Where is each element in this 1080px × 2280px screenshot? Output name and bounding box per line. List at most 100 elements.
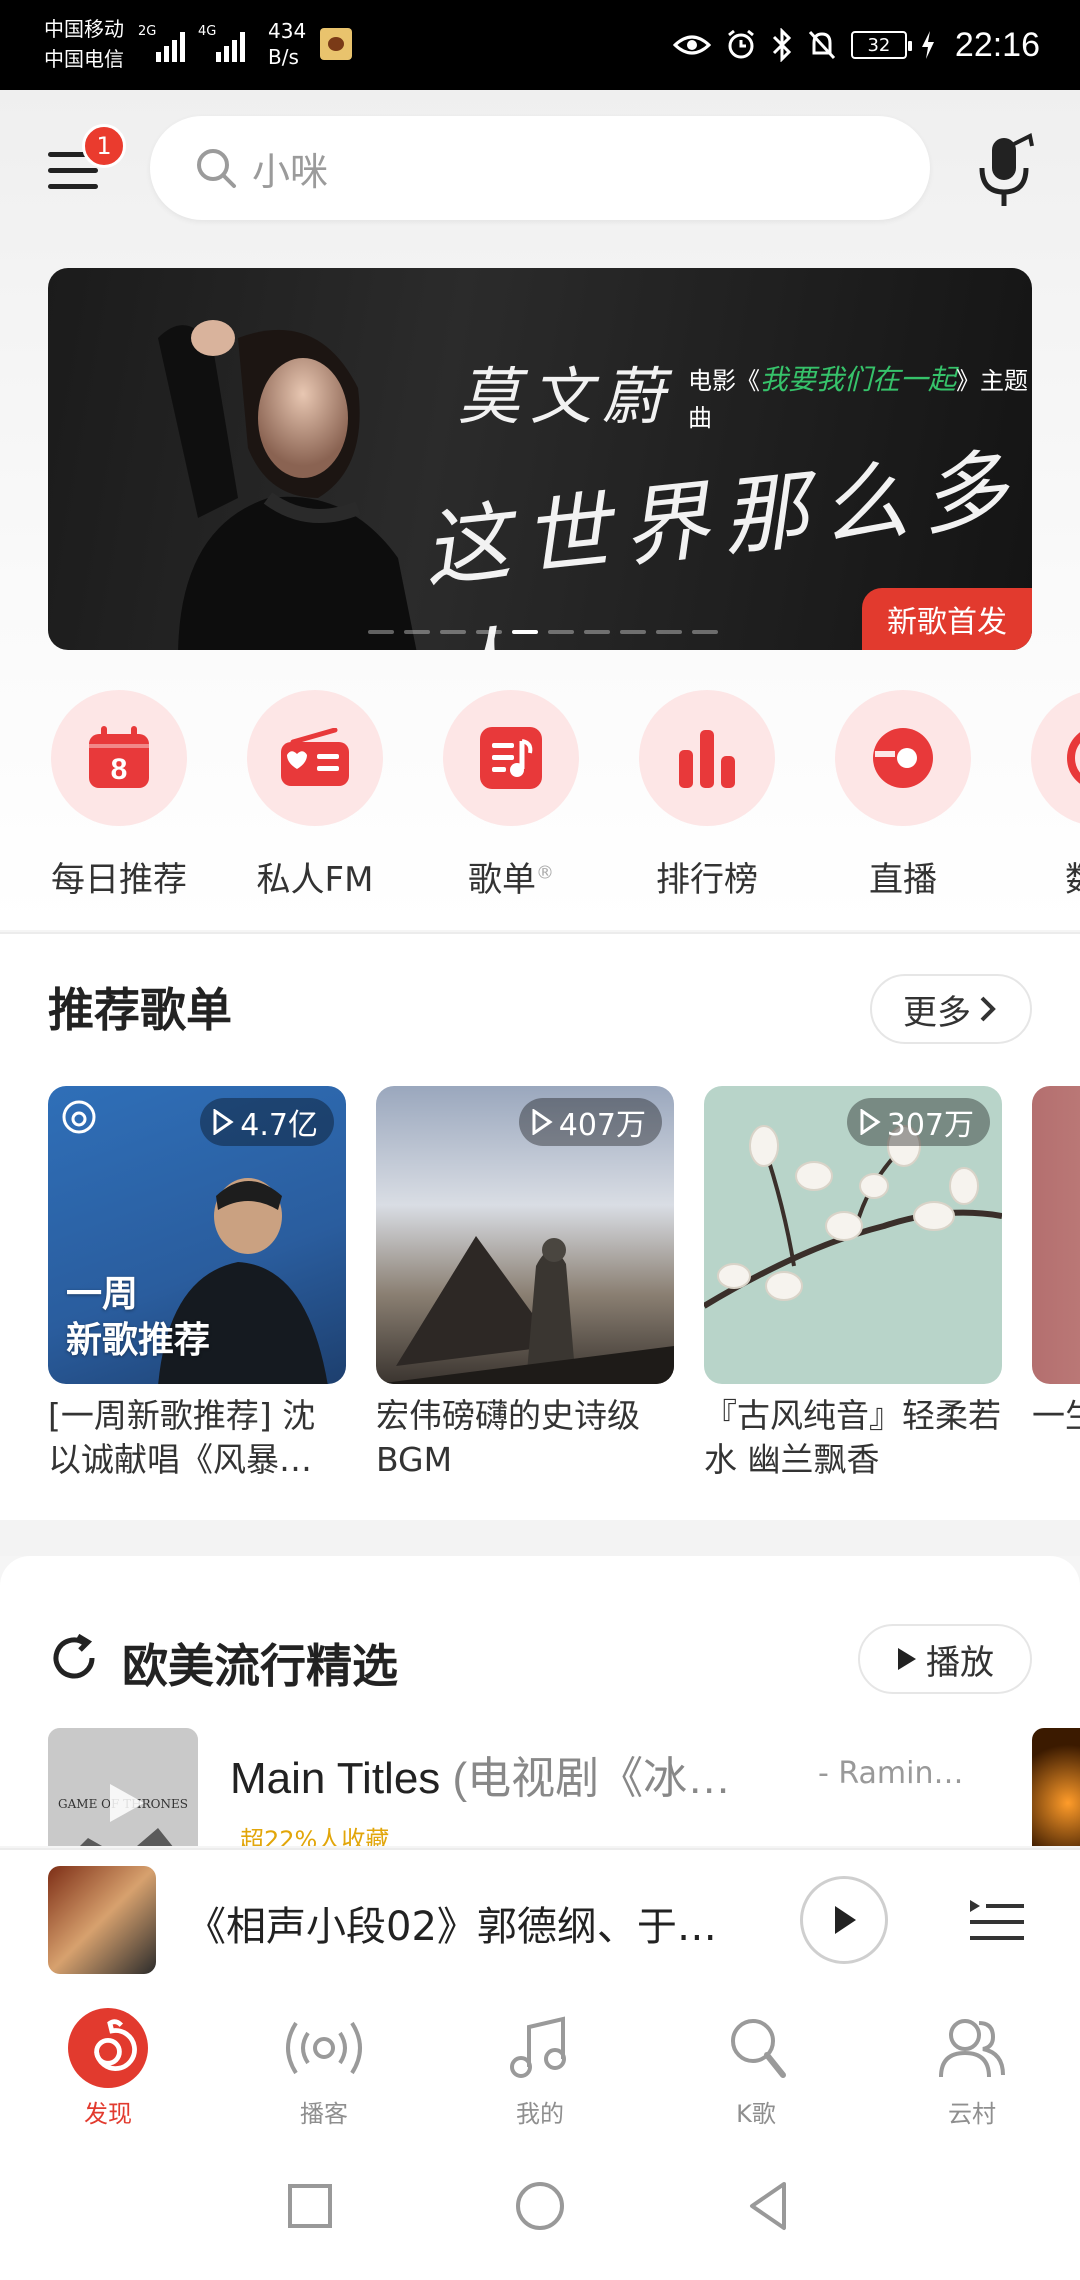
- banner-dot: [656, 630, 682, 634]
- promo-banner[interactable]: 莫文蔚 电影《我要我们在一起》主题曲 这世界那么多人 新歌首发: [48, 268, 1032, 650]
- quick-digital-album[interactable]: 数字: [1004, 690, 1080, 901]
- chart-bars-icon: [679, 730, 735, 788]
- playlist-cover: [1032, 1086, 1080, 1384]
- now-playing-cover: [48, 1866, 156, 1974]
- refresh-icon[interactable]: [48, 1632, 100, 1684]
- tab-podcast[interactable]: 播客: [216, 1988, 432, 2138]
- playlist-title: 『古风纯音』轻柔若水 幽兰飘香: [704, 1396, 1001, 1479]
- play-icon: [532, 1109, 553, 1135]
- banner-dot: [404, 630, 430, 634]
- more-button[interactable]: 更多: [870, 974, 1032, 1044]
- signal-icon-2: 4G: [198, 22, 245, 62]
- recent-apps-icon[interactable]: [280, 2176, 340, 2236]
- playlist-title: 宏伟磅礴的史诗级BGM: [376, 1396, 640, 1479]
- chevron-right-icon: [980, 996, 996, 1022]
- playlist-cover: 407万: [376, 1086, 674, 1384]
- quick-label-daily: 每日推荐: [51, 860, 187, 900]
- playlist-card[interactable]: 307万 『古风纯音』轻柔若水 幽兰飘香: [704, 1086, 1002, 1482]
- carrier-2: 中国电信: [44, 47, 124, 71]
- quick-private-fm[interactable]: 私人FM: [220, 690, 410, 901]
- playlist-card[interactable]: 一生活: [1032, 1086, 1080, 1482]
- banner-dot: [440, 630, 466, 634]
- play-icon: [898, 1648, 916, 1670]
- battery-indicator: 32: [850, 31, 912, 59]
- playlist-card[interactable]: 407万 宏伟磅礴的史诗级BGM: [376, 1086, 674, 1482]
- microphone-icon: [979, 133, 1034, 206]
- podcast-icon: [286, 2021, 362, 2075]
- calendar-icon: 8: [89, 726, 149, 788]
- banner-artist-name: 莫文蔚: [458, 360, 675, 433]
- back-icon[interactable]: [740, 2176, 800, 2236]
- section-title-western: 欧美流行精选: [122, 1639, 398, 1693]
- playlist-icon: [480, 727, 542, 789]
- tab-discover[interactable]: 发现: [0, 1988, 216, 2138]
- digital-album-icon: [1067, 732, 1080, 784]
- tab-label: K歌: [736, 2100, 776, 2128]
- banner-dot: [584, 630, 610, 634]
- song-row[interactable]: GAME OF THRONES Main Titles (电视剧《冰… - Ra…: [48, 1728, 1080, 1846]
- play-icon: [213, 1109, 234, 1135]
- quick-label-playlist: 歌单®: [468, 860, 554, 900]
- mute-bell-icon: [808, 30, 836, 60]
- song-collect-tag: 超22%人收藏: [240, 1826, 390, 1846]
- search-bar[interactable]: 小咪: [150, 116, 930, 220]
- play-icon: [860, 1109, 881, 1135]
- banner-dot: [512, 630, 538, 634]
- quick-playlist[interactable]: 歌单®: [416, 690, 606, 901]
- karaoke-mic-icon: [731, 2019, 786, 2078]
- section-gap: [0, 1520, 1080, 1556]
- western-pop-section: 欧美流行精选 播放 GAME OF THRONES Main Titles (电…: [0, 1556, 1080, 1846]
- cover-magnolia-image: [704, 1125, 1002, 1309]
- next-song-cover[interactable]: [1032, 1728, 1080, 1846]
- play-all-button[interactable]: 播放: [858, 1624, 1032, 1694]
- quick-label-live: 直播: [869, 860, 937, 900]
- tab-karaoke[interactable]: K歌: [648, 1988, 864, 2138]
- play-count-badge: 4.7亿: [200, 1098, 334, 1146]
- status-bar: 中国移动 中国电信 2G 4G 434 B/s 32 22:16: [0, 0, 1080, 90]
- recommended-playlists-section: 推荐歌单 更多 4.7亿 一周 新歌推荐 [一周新歌推荐] 沈以诚献唱《风暴…: [0, 934, 1080, 1520]
- tab-community[interactable]: 云村: [864, 1988, 1080, 2138]
- charging-icon: [921, 31, 934, 59]
- banner-dot: [476, 630, 502, 634]
- play-count-badge: 307万: [846, 1098, 990, 1146]
- cover-caption: 一周 新歌推荐: [66, 1274, 211, 1361]
- playlist-queue-icon[interactable]: [966, 1890, 1026, 1950]
- quick-label-charts: 排行榜: [656, 860, 758, 900]
- cover-warrior-image: [376, 1236, 674, 1384]
- playlist-title: 一生活: [1032, 1396, 1080, 1435]
- netease-logo-icon: [62, 1100, 96, 1134]
- bottom-tab-bar: 发现 播客 我的 K歌 云村: [0, 1988, 1080, 2138]
- banner-dot: [368, 630, 394, 634]
- tab-label: 云村: [948, 2100, 996, 2128]
- song-cover: GAME OF THRONES: [48, 1728, 198, 1846]
- calendar-day: 8: [111, 753, 128, 786]
- voice-search-button[interactable]: [974, 132, 1038, 212]
- section-title-recommended: 推荐歌单: [48, 983, 232, 1037]
- playlist-cover: 307万: [704, 1086, 1002, 1384]
- banner-dot: [620, 630, 646, 634]
- alarm-icon: [727, 29, 754, 59]
- quick-live[interactable]: 直播: [808, 690, 998, 901]
- banner-artist-image: [158, 320, 417, 650]
- banner-tag: 新歌首发: [862, 588, 1032, 650]
- banner-pagination: [368, 630, 718, 634]
- clock: 22:16: [954, 25, 1040, 64]
- home-icon[interactable]: [510, 2176, 570, 2236]
- carrier-1: 中国移动: [44, 17, 124, 41]
- search-icon: [197, 149, 236, 188]
- system-navigation-bar: [0, 2138, 1080, 2280]
- tab-mine[interactable]: 我的: [432, 1988, 648, 2138]
- playlist-card[interactable]: 4.7亿 一周 新歌推荐 [一周新歌推荐] 沈以诚献唱《风暴…: [48, 1086, 346, 1482]
- quick-daily-recommend[interactable]: 8 每日推荐: [24, 690, 214, 901]
- quick-charts[interactable]: 排行榜: [612, 690, 802, 901]
- mini-play-button[interactable]: [800, 1876, 888, 1964]
- signal-icon-1: 2G: [138, 22, 185, 62]
- play-count-badge: 407万: [518, 1098, 662, 1146]
- network-speed: 434 B/s: [268, 19, 307, 69]
- play-icon: [835, 1906, 856, 1934]
- now-playing-title: 《相声小段02》郭德纲、于…: [186, 1904, 717, 1950]
- bluetooth-icon: [772, 28, 792, 62]
- mini-player[interactable]: 《相声小段02》郭德纲、于…: [0, 1848, 1080, 1988]
- banner-dot: [692, 630, 718, 634]
- carrier-info: 中国移动 中国电信: [44, 14, 124, 74]
